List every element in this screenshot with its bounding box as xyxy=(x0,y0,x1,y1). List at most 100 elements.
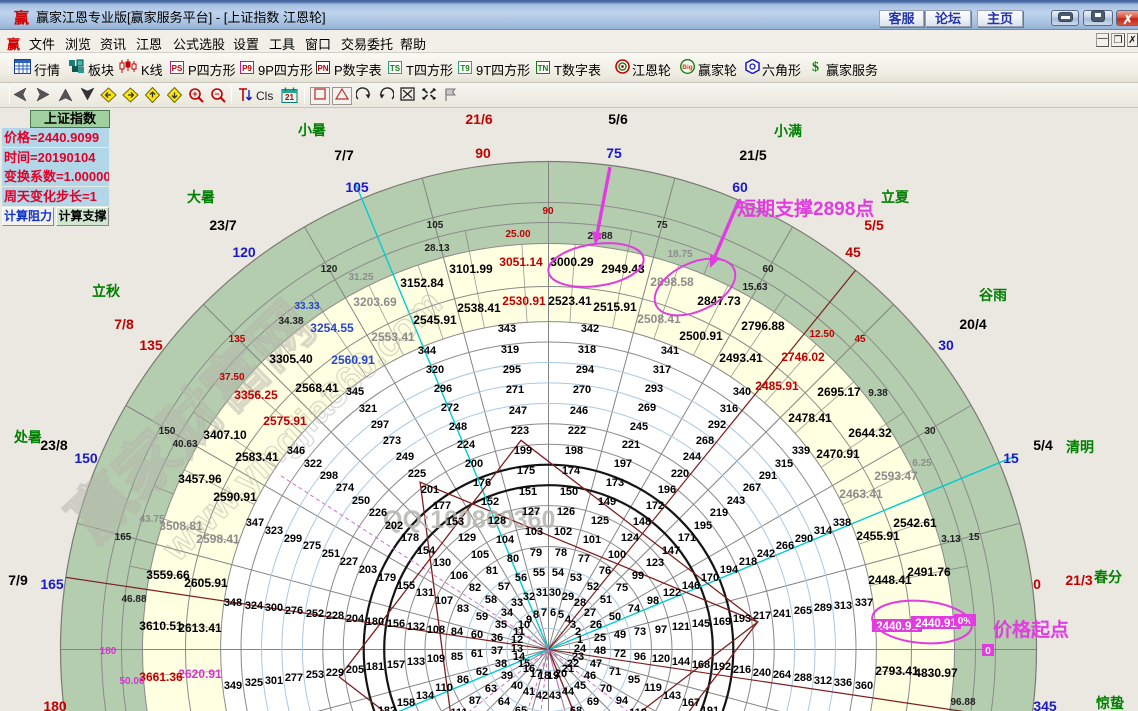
svg-text:2898.58: 2898.58 xyxy=(650,275,694,289)
svg-text:128: 128 xyxy=(488,515,506,527)
svg-text:21: 21 xyxy=(285,93,294,102)
svg-text:69: 69 xyxy=(587,696,599,708)
svg-text:65: 65 xyxy=(515,705,527,711)
svg-text:7: 7 xyxy=(541,607,547,619)
svg-text:145: 145 xyxy=(692,618,710,630)
svg-text:272: 272 xyxy=(441,402,459,414)
svg-text:170: 170 xyxy=(701,572,719,584)
svg-text:341: 341 xyxy=(661,345,679,357)
svg-text:99: 99 xyxy=(632,570,644,582)
svg-text:78: 78 xyxy=(555,547,567,559)
svg-text:323: 323 xyxy=(265,525,283,537)
svg-text:2440.91: 2440.91 xyxy=(915,618,957,630)
svg-text:325: 325 xyxy=(245,677,263,689)
svg-text:24: 24 xyxy=(574,643,587,655)
svg-text:248: 248 xyxy=(449,421,467,433)
svg-text:217: 217 xyxy=(753,610,771,622)
svg-text:5: 5 xyxy=(558,609,564,621)
svg-text:342: 342 xyxy=(581,323,599,335)
svg-text:105: 105 xyxy=(345,179,369,195)
svg-text:343: 343 xyxy=(498,323,516,335)
svg-text:50: 50 xyxy=(609,611,621,623)
svg-text:9.38: 9.38 xyxy=(868,388,888,399)
svg-text:3051.14: 3051.14 xyxy=(499,255,543,269)
svg-text:247: 247 xyxy=(509,405,527,417)
svg-text:53: 53 xyxy=(570,572,582,584)
svg-text:46: 46 xyxy=(584,670,596,682)
svg-text:274: 274 xyxy=(336,482,355,494)
svg-text:146: 146 xyxy=(682,580,700,592)
svg-text:87: 87 xyxy=(469,695,481,707)
svg-text:75: 75 xyxy=(616,582,628,594)
svg-text:春分: 春分 xyxy=(1093,569,1122,585)
svg-text:30: 30 xyxy=(924,426,936,437)
svg-text:12.50: 12.50 xyxy=(809,329,834,340)
svg-text:265: 265 xyxy=(794,605,812,617)
svg-text:123: 123 xyxy=(646,557,664,569)
svg-text:4: 4 xyxy=(565,614,572,626)
svg-text:133: 133 xyxy=(407,656,425,668)
svg-text:68: 68 xyxy=(570,705,582,711)
svg-text:97: 97 xyxy=(655,624,667,636)
svg-text:121: 121 xyxy=(672,621,690,633)
svg-text:316: 316 xyxy=(720,403,738,415)
svg-text:277: 277 xyxy=(285,672,303,684)
svg-text:2538.41: 2538.41 xyxy=(457,301,501,315)
svg-text:2598.41: 2598.41 xyxy=(196,532,240,546)
svg-text:291: 291 xyxy=(759,470,777,482)
svg-text:293: 293 xyxy=(645,383,663,395)
svg-text:319: 319 xyxy=(501,344,519,356)
svg-text:2542.61: 2542.61 xyxy=(893,516,937,530)
svg-text:292: 292 xyxy=(708,419,726,431)
svg-text:192: 192 xyxy=(713,661,731,673)
svg-text:227: 227 xyxy=(340,556,358,568)
svg-text:36: 36 xyxy=(491,632,503,644)
svg-text:小暑: 小暑 xyxy=(298,122,326,138)
svg-text:155: 155 xyxy=(397,580,415,592)
svg-text:199: 199 xyxy=(514,445,532,457)
svg-text:2478.41: 2478.41 xyxy=(788,411,832,425)
svg-text:55: 55 xyxy=(533,567,545,579)
svg-text:74: 74 xyxy=(628,603,641,615)
svg-text:75: 75 xyxy=(606,145,622,161)
svg-text:105: 105 xyxy=(471,549,489,561)
svg-text:270: 270 xyxy=(573,384,591,396)
svg-text:42: 42 xyxy=(536,690,548,702)
svg-text:134: 134 xyxy=(416,690,435,702)
svg-text:345: 345 xyxy=(346,386,364,398)
svg-text:296: 296 xyxy=(434,383,452,395)
svg-text:126: 126 xyxy=(557,506,575,518)
svg-text:46.88: 46.88 xyxy=(121,594,146,605)
svg-text:+: + xyxy=(192,89,197,99)
svg-text:349: 349 xyxy=(224,680,242,692)
svg-text:立夏: 立夏 xyxy=(881,189,910,205)
svg-text:244: 244 xyxy=(683,451,702,463)
svg-text:154: 154 xyxy=(417,545,436,557)
svg-text:96: 96 xyxy=(634,651,646,663)
svg-text:118: 118 xyxy=(629,707,647,711)
svg-text:320: 320 xyxy=(426,364,444,376)
svg-text:130: 130 xyxy=(433,557,451,569)
svg-text:318: 318 xyxy=(578,344,596,356)
svg-text:321: 321 xyxy=(359,403,377,415)
svg-text:0: 0 xyxy=(1033,576,1041,592)
svg-text:178: 178 xyxy=(401,532,419,544)
svg-text:125: 125 xyxy=(591,515,609,527)
svg-text:3.13: 3.13 xyxy=(941,534,961,545)
svg-text:144: 144 xyxy=(672,656,691,668)
svg-text:64: 64 xyxy=(498,696,511,708)
svg-text:95: 95 xyxy=(628,674,640,686)
svg-text:197: 197 xyxy=(614,458,632,470)
svg-text:98: 98 xyxy=(647,595,659,607)
svg-text:2793.41: 2793.41 xyxy=(875,664,919,678)
svg-text:223: 223 xyxy=(511,425,529,437)
svg-text:240: 240 xyxy=(753,667,771,679)
svg-text:61: 61 xyxy=(471,648,483,660)
svg-text:2545.91: 2545.91 xyxy=(413,313,457,327)
svg-text:76: 76 xyxy=(599,565,611,577)
svg-text:45: 45 xyxy=(854,334,866,345)
svg-text:2485.91: 2485.91 xyxy=(755,379,799,393)
svg-text:151: 151 xyxy=(519,486,537,498)
svg-text:83: 83 xyxy=(457,603,469,615)
svg-text:168: 168 xyxy=(692,659,710,671)
